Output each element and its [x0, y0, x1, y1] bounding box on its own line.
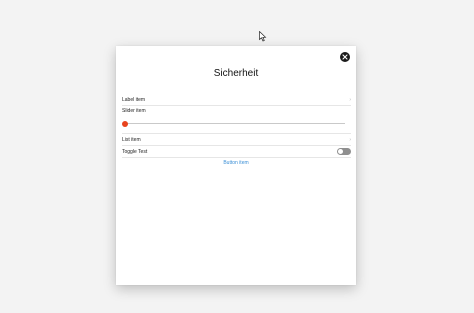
chevron-right-icon: › — [349, 97, 351, 103]
toggle-test-label: Toggle Test — [122, 149, 148, 155]
chevron-right-icon: › — [349, 137, 351, 143]
slider-item-label: Slider item — [122, 108, 351, 114]
settings-dialog: Sicherheit Label item › Slider item List… — [116, 46, 356, 285]
close-icon — [342, 54, 348, 60]
divider — [122, 133, 351, 134]
dialog-title: Sicherheit — [213, 68, 259, 79]
toggle-knob — [338, 149, 343, 154]
mouse-cursor-icon — [259, 31, 267, 42]
divider — [122, 105, 351, 106]
list-item-row[interactable]: List item › — [122, 137, 351, 143]
close-button[interactable] — [340, 52, 350, 62]
divider — [122, 145, 351, 146]
slider-item-text: Slider item — [122, 108, 146, 114]
slider-track[interactable] — [122, 120, 345, 127]
button-item[interactable]: Button item — [116, 160, 356, 166]
label-item-row[interactable]: Label item › — [122, 97, 351, 103]
divider — [122, 157, 351, 158]
toggle-test-row: Toggle Test — [122, 149, 351, 155]
toggle-switch[interactable] — [337, 148, 351, 155]
slider-thumb[interactable] — [122, 120, 128, 127]
label-item-text: Label item — [122, 97, 146, 103]
list-item-text: List item — [122, 137, 141, 143]
